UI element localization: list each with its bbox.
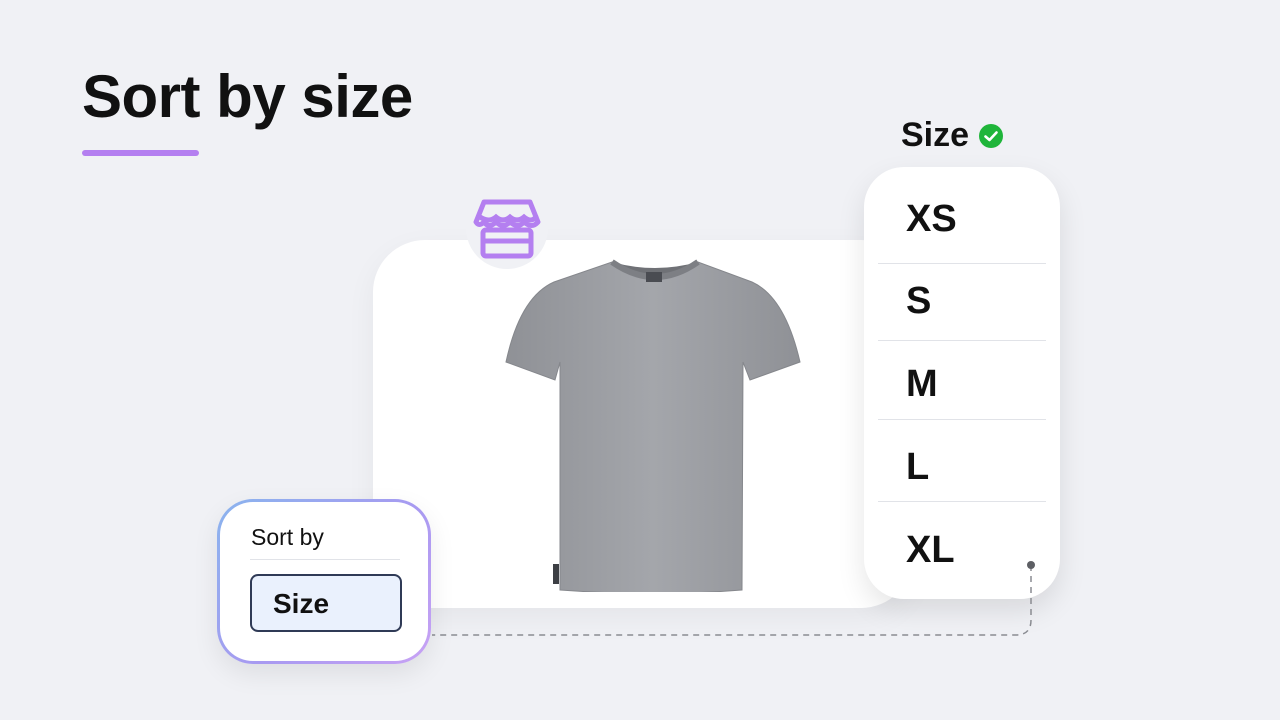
size-divider [878,501,1046,502]
sort-by-select[interactable]: Size [250,574,402,632]
size-option-m[interactable]: M [906,362,938,406]
size-option-s[interactable]: S [906,279,931,323]
page-heading: Sort by size [82,63,413,130]
sort-select-value: Size [273,588,330,619]
size-divider [878,340,1046,341]
size-option-xs[interactable]: XS [906,197,957,241]
size-label-text: Size [901,116,970,154]
size-option-xl[interactable]: XL [906,528,955,572]
size-options-panel: XS S M L XL [864,167,1060,599]
size-option-l[interactable]: L [906,445,929,489]
check-circle-icon [979,123,1004,148]
sort-by-card: Sort by Size [217,499,431,664]
tshirt-image [505,259,801,592]
size-divider [878,419,1046,420]
sort-divider [250,559,400,560]
size-filter-label: Size [901,116,1004,155]
sort-by-title: Sort by [251,524,324,550]
size-divider [878,263,1046,264]
heading-underline [82,150,199,156]
